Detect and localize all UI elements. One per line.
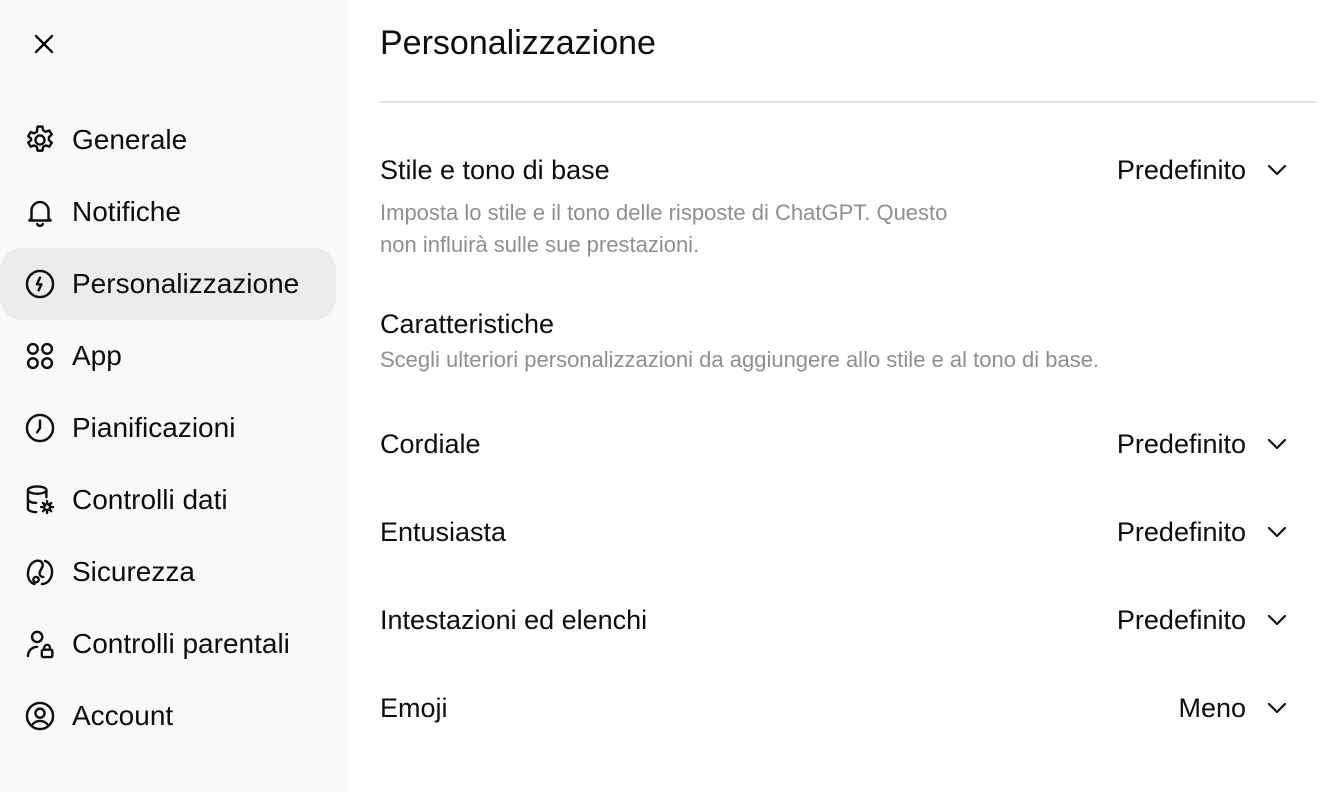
headers-lists-select[interactable]: Predefinito: [1117, 602, 1290, 638]
sidebar-item-label: Pianificazioni: [72, 412, 236, 443]
chevron-down-icon: [1264, 431, 1290, 457]
sidebar-item-label: App: [72, 340, 122, 371]
chevron-down-icon: [1264, 157, 1290, 183]
close-button[interactable]: [24, 24, 64, 64]
sidebar-item-label: Controlli parentali: [72, 628, 290, 659]
chevron-down-icon: [1264, 607, 1290, 633]
setting-label: Cordiale: [380, 429, 481, 459]
setting-enthusiastic: Entusiasta Predefinito: [380, 514, 1316, 550]
setting-label: Stile e tono di base: [380, 155, 610, 185]
sidebar-nav: Generale Notifiche Personalizzazione App…: [0, 104, 348, 752]
clock-icon: [22, 410, 58, 446]
personalization-icon: [22, 266, 58, 302]
sidebar-item-controlli-dati[interactable]: Controlli dati: [0, 464, 348, 536]
select-value: Predefinito: [1116, 605, 1246, 635]
select-value: Meno: [1178, 693, 1246, 723]
chevron-down-icon: [1264, 695, 1290, 721]
gear-icon: [22, 122, 58, 158]
sidebar-item-label: Account: [72, 700, 174, 731]
page-title: Personalizzazione: [380, 24, 656, 62]
sidebar-item-generale[interactable]: Generale: [0, 104, 348, 176]
sidebar-item-controlli-parentali[interactable]: Controlli parentali: [0, 608, 348, 680]
parental-lock-icon: [22, 626, 58, 662]
setting-description-line2: non influirà sulle sue prestazioni.: [380, 232, 700, 257]
sidebar-item-label: Notifiche: [72, 196, 181, 227]
setting-headers-lists: Intestazioni ed elenchi Predefinito: [380, 602, 1316, 638]
enthusiastic-select[interactable]: Predefinito: [1117, 514, 1290, 550]
setting-warm: Cordiale Predefinito: [380, 426, 1316, 462]
select-value: Predefinito: [1116, 155, 1246, 185]
bell-icon: [22, 194, 58, 230]
section-heading: Caratteristiche: [380, 309, 555, 339]
setting-label: Intestazioni ed elenchi: [380, 605, 648, 635]
warm-select[interactable]: Predefinito: [1117, 426, 1290, 462]
sidebar-item-label: Generale: [72, 124, 188, 155]
setting-label: Entusiasta: [380, 517, 507, 547]
sidebar-item-label: Sicurezza: [72, 556, 195, 587]
close-icon: [30, 30, 58, 58]
section-description: Scegli ulteriori personalizzazioni da ag…: [380, 347, 1100, 372]
database-gear-icon: [22, 482, 58, 518]
sidebar-item-pianificazioni[interactable]: Pianificazioni: [0, 392, 348, 464]
sidebar-item-label: Controlli dati: [72, 484, 228, 515]
security-icon: [22, 554, 58, 590]
apps-grid-icon: [22, 338, 58, 374]
setting-description-line1: Imposta lo stile e il tono delle rispost…: [380, 200, 948, 225]
setting-label: Emoji: [380, 693, 448, 723]
sidebar-item-personalizzazione[interactable]: Personalizzazione: [0, 248, 348, 320]
sidebar-item-app[interactable]: App: [0, 320, 348, 392]
setting-emoji: Emoji Meno: [380, 690, 1316, 726]
title-divider: [380, 101, 1316, 103]
base-style-select[interactable]: Predefinito: [1117, 152, 1290, 188]
sidebar-item-notifiche[interactable]: Notifiche: [0, 176, 348, 248]
emoji-select[interactable]: Meno: [1178, 690, 1290, 726]
select-value: Predefinito: [1116, 429, 1246, 459]
sidebar: Generale Notifiche Personalizzazione App…: [0, 0, 348, 792]
sidebar-item-account[interactable]: Account: [0, 680, 348, 752]
settings-window: Generale Notifiche Personalizzazione App…: [0, 0, 1334, 792]
account-icon: [22, 698, 58, 734]
sidebar-item-label: Personalizzazione: [72, 268, 300, 299]
setting-base-style: Stile e tono di base Predefinito Imposta…: [380, 152, 1316, 262]
chevron-down-icon: [1264, 519, 1290, 545]
sidebar-item-sicurezza[interactable]: Sicurezza: [0, 536, 348, 608]
select-value: Predefinito: [1116, 517, 1246, 547]
setting-traits: Caratteristiche Scegli ulteriori persona…: [380, 306, 1316, 378]
